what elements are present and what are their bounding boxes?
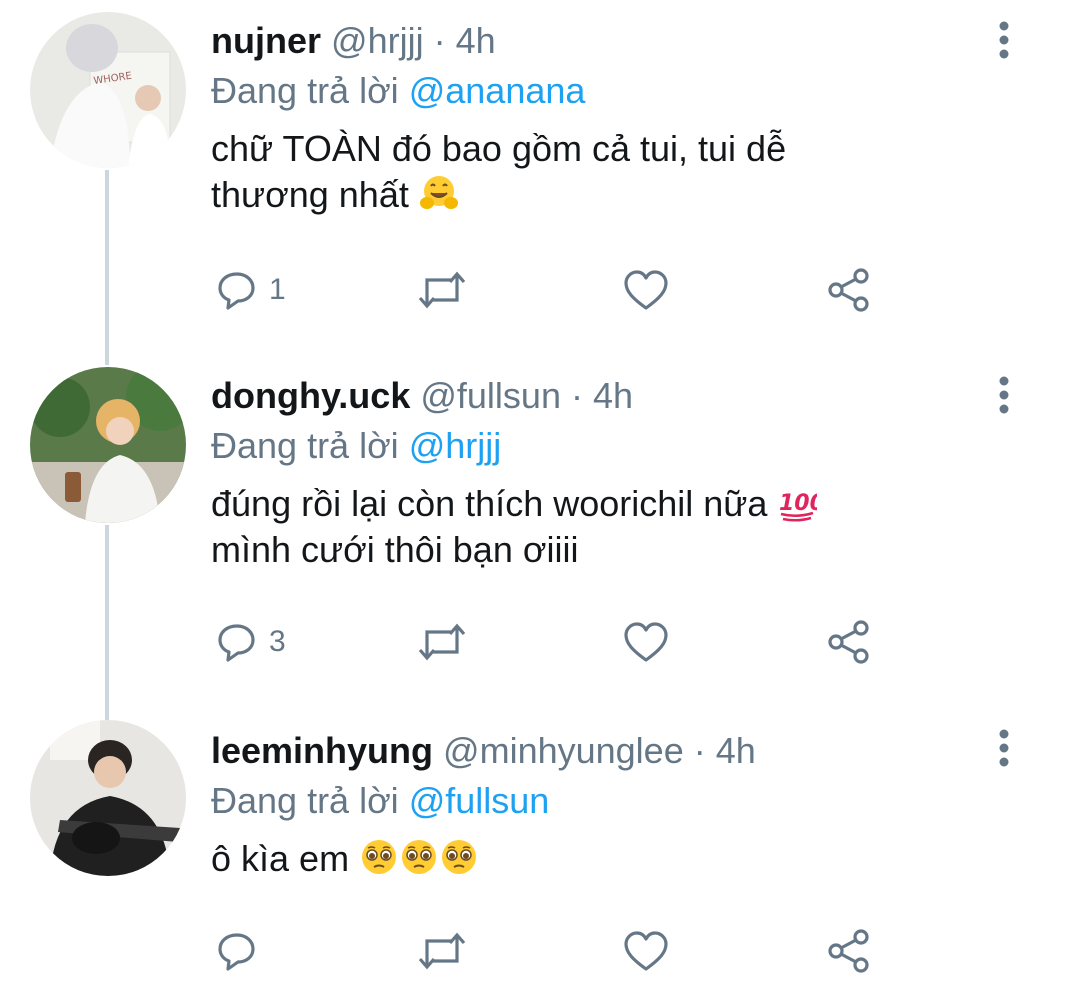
like-icon (624, 622, 668, 662)
share-icon (828, 268, 869, 312)
share-button[interactable] (825, 617, 873, 667)
display-name[interactable]: nujner (211, 20, 321, 61)
tweet[interactable]: donghy.uck @fullsun · 4h Đang trả lời @h… (0, 355, 1080, 715)
retweet-button[interactable] (415, 926, 469, 976)
separator: · (693, 730, 706, 771)
reply-button[interactable]: 1 (215, 265, 286, 315)
share-icon (828, 929, 869, 973)
hugging-face-emoji (419, 176, 458, 209)
more-options-icon[interactable] (998, 375, 1010, 415)
avatar[interactable] (30, 367, 186, 523)
tweet-text-line: mình cưới thôi bạn ơiiii (211, 529, 579, 570)
like-button[interactable] (622, 617, 670, 667)
retweet-icon (418, 271, 466, 309)
tweet-text-line: ô kìa em (211, 838, 350, 879)
reply-mention-link[interactable]: @fullsun (409, 780, 550, 821)
timestamp[interactable]: 4h (593, 375, 633, 416)
tweet-text: chữ TOÀN đó bao gồm cả tui, tui dễ thươn… (211, 126, 1040, 218)
share-icon (828, 620, 869, 664)
share-button[interactable] (825, 926, 873, 976)
display-name[interactable]: leeminhyung (211, 730, 433, 771)
reply-mention-link[interactable]: @hrjjj (409, 425, 502, 466)
avatar[interactable]: WHORE (30, 12, 186, 168)
like-button[interactable] (622, 265, 670, 315)
user-handle[interactable]: @minhyunglee (443, 730, 684, 771)
user-handle[interactable]: @fullsun (420, 375, 561, 416)
pleading-face-emoji (359, 838, 479, 879)
tweet-text: đúng rồi lại còn thích woorichil nữa 100… (211, 481, 1040, 573)
timestamp[interactable]: 4h (456, 20, 496, 61)
separator: · (570, 375, 583, 416)
replying-to-label: Đang trả lời (211, 70, 399, 111)
tweet-text-line: đúng rồi lại còn thích woorichil nữa (211, 483, 768, 524)
retweet-icon (418, 623, 466, 661)
like-icon (624, 270, 668, 310)
separator: · (433, 20, 446, 61)
reply-icon (218, 272, 255, 310)
replying-to-label: Đang trả lời (211, 425, 399, 466)
like-button[interactable] (622, 926, 670, 976)
retweet-icon (418, 932, 466, 970)
share-button[interactable] (825, 265, 873, 315)
tweet[interactable]: leeminhyung @minhyunglee · 4h Đang trả l… (0, 710, 1080, 996)
retweet-button[interactable] (415, 265, 469, 315)
reply-button[interactable] (215, 926, 269, 976)
replying-to-label: Đang trả lời (211, 780, 399, 821)
like-icon (624, 931, 668, 971)
reply-mention-link[interactable]: @ananana (409, 70, 586, 111)
more-options-icon[interactable] (998, 20, 1010, 60)
reply-count: 1 (269, 273, 286, 306)
avatar[interactable] (30, 720, 186, 876)
more-options-icon[interactable] (998, 728, 1010, 768)
tweet-text: ô kìa em (211, 836, 1040, 882)
reply-icon (218, 624, 255, 662)
tweet-text-line: thương nhất (211, 174, 409, 215)
user-handle[interactable]: @hrjjj (331, 20, 424, 61)
display-name[interactable]: donghy.uck (211, 375, 410, 416)
hundred-points-emoji: 100 (779, 491, 817, 522)
reply-icon (218, 933, 255, 971)
tweet-text-line: chữ TOÀN đó bao gồm cả tui, tui dễ (211, 128, 787, 169)
tweet[interactable]: WHORE nujner @hrjjj · 4h Đang trả lời @a… (0, 0, 1080, 360)
reply-button[interactable]: 3 (215, 617, 286, 667)
reply-count: 3 (269, 625, 286, 658)
retweet-button[interactable] (415, 617, 469, 667)
timestamp[interactable]: 4h (716, 730, 756, 771)
